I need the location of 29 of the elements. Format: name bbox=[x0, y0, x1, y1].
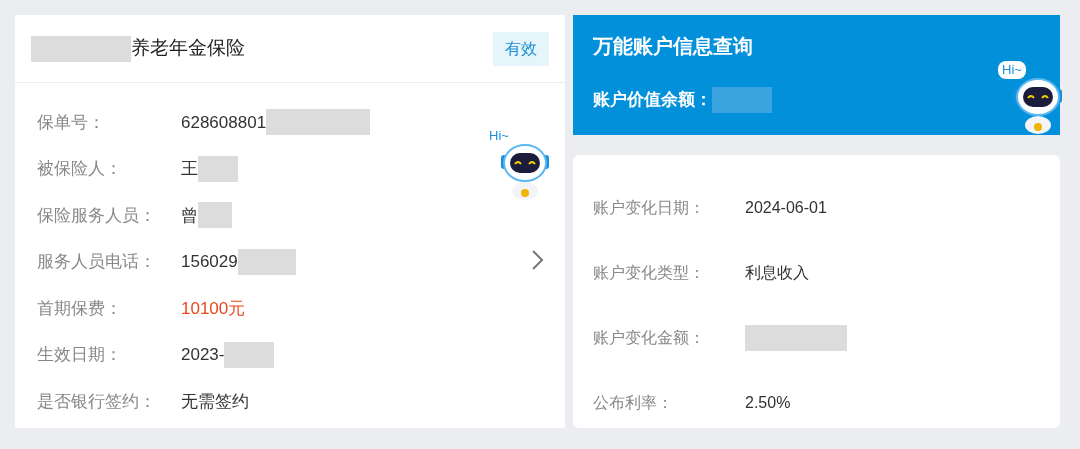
field-label: 账户变化金额： bbox=[593, 327, 706, 348]
field-value: 628608801 bbox=[181, 111, 267, 134]
status-badge: 有效 bbox=[493, 31, 549, 66]
policy-title: 养老年金保险 bbox=[131, 36, 245, 61]
field-value: 无需签约 bbox=[181, 390, 249, 413]
field-label: 账户变化日期： bbox=[593, 197, 706, 218]
field-label: 保单号： bbox=[37, 111, 106, 134]
field-value: 156029 bbox=[181, 251, 238, 273]
field-value: 利息收入 bbox=[745, 262, 809, 283]
field-value: 王 bbox=[181, 158, 198, 180]
field-label: 公布利率： bbox=[593, 392, 674, 413]
field-label: 被保险人： bbox=[37, 158, 123, 180]
field-value: 2024-06-01 bbox=[745, 197, 827, 218]
field-value: 2.50% bbox=[745, 392, 791, 413]
chevron-right-icon[interactable] bbox=[530, 249, 544, 271]
field-label: 首期保费： bbox=[37, 297, 123, 320]
speech-bubble: Hi~ bbox=[998, 61, 1026, 79]
field-label: 服务人员电话： bbox=[37, 251, 157, 273]
robot-icon[interactable] bbox=[1012, 77, 1064, 135]
robot-icon[interactable] bbox=[499, 143, 551, 201]
field-value: 2023- bbox=[181, 344, 225, 366]
balance-label: 账户价值余额： bbox=[593, 89, 712, 112]
field-label: 是否银行签约： bbox=[37, 390, 157, 413]
field-label: 生效日期： bbox=[37, 344, 123, 366]
field-label: 账户变化类型： bbox=[593, 262, 706, 283]
field-value: 10100元 bbox=[181, 297, 246, 320]
account-title: 万能账户信息查询 bbox=[593, 34, 754, 59]
field-label: 保险服务人员： bbox=[37, 204, 157, 227]
field-value: 曾 bbox=[181, 204, 198, 227]
